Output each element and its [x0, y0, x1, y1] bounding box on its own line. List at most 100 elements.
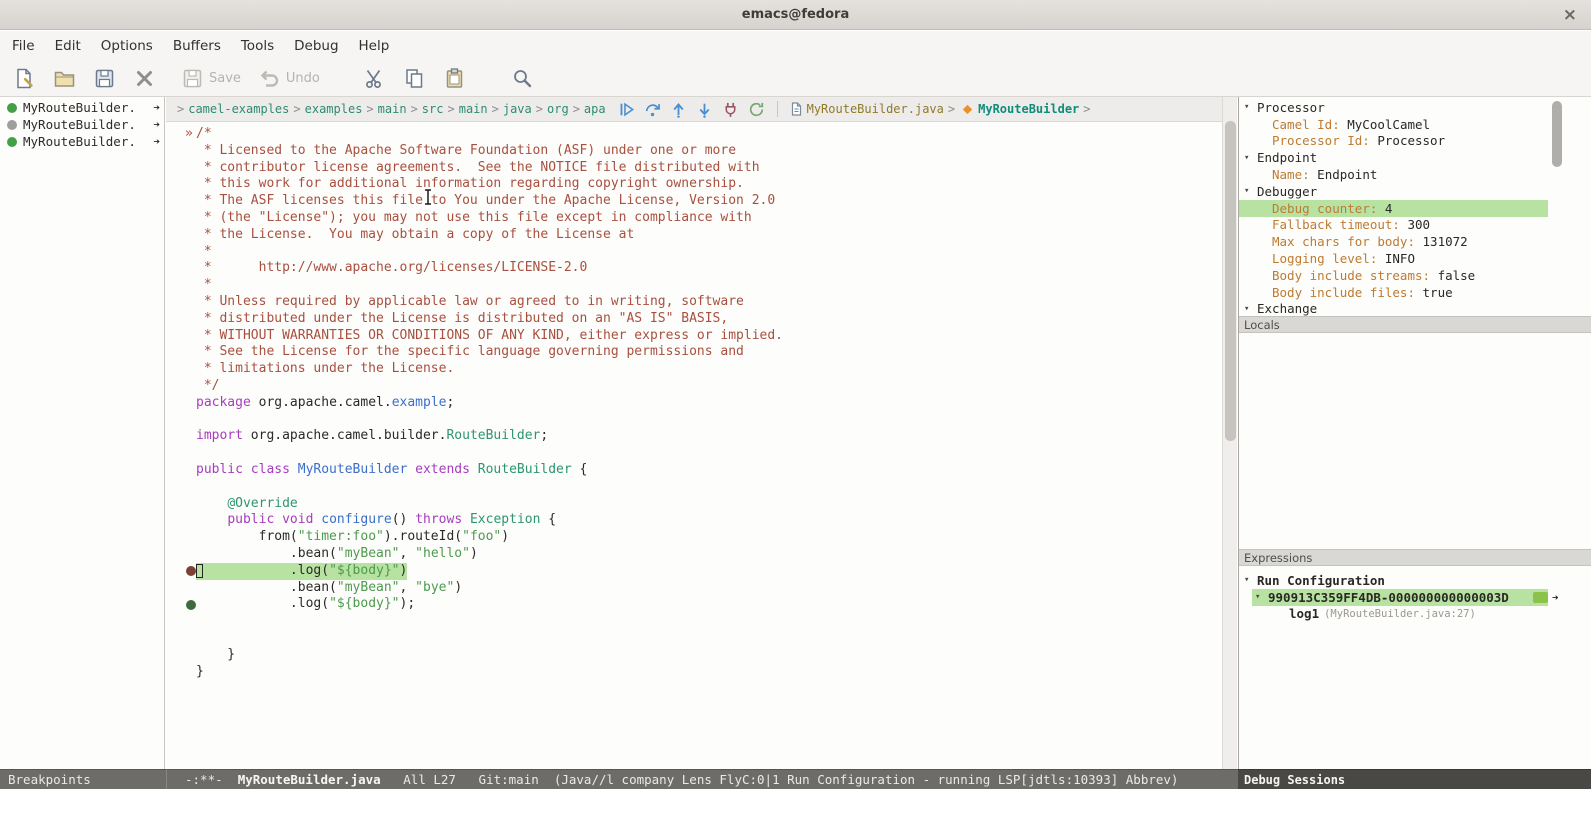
code-line[interactable]: import org.apache.camel.builder.RouteBui…: [196, 428, 1222, 445]
code-line[interactable]: * The ASF licenses this file to You unde…: [196, 193, 1222, 210]
tree-node-processor[interactable]: ▾Processor: [1239, 99, 1548, 116]
step-over-button[interactable]: [644, 101, 661, 118]
tree-node-endpoint[interactable]: ▾Endpoint: [1239, 149, 1548, 166]
editor-scrollbar[interactable]: [1222, 97, 1237, 769]
breakpoint-icon[interactable]: [186, 566, 196, 576]
menu-help[interactable]: Help: [349, 33, 400, 59]
menu-edit[interactable]: Edit: [45, 33, 91, 59]
cut-button[interactable]: [360, 64, 389, 93]
continue-button[interactable]: [618, 101, 635, 118]
breadcrumb-file-name[interactable]: MyRouteBuilder.java: [807, 102, 944, 116]
code-token: "${body}": [329, 563, 399, 578]
breadcrumb-item-org[interactable]: org: [547, 102, 569, 116]
close-icon[interactable]: ×: [1563, 5, 1577, 25]
code-line[interactable]: @Override: [196, 496, 1222, 513]
open-file-button[interactable]: [50, 64, 79, 93]
tree-property-row[interactable]: Fallback timeout: 300: [1239, 217, 1548, 234]
panel-scrollbar-thumb[interactable]: [1552, 101, 1562, 167]
step-out-button[interactable]: [670, 101, 687, 118]
code-line[interactable]: */: [196, 378, 1222, 395]
code-line[interactable]: .log("${body}");: [196, 596, 1222, 613]
code-line[interactable]: [196, 479, 1222, 496]
disconnect-button[interactable]: [722, 101, 739, 118]
breadcrumb-item-java[interactable]: java: [503, 102, 532, 116]
code-line[interactable]: public class MyRouteBuilder extends Rout…: [196, 462, 1222, 479]
tree-property-row[interactable]: Camel Id: MyCoolCamel: [1239, 116, 1548, 133]
code-line[interactable]: »/*: [196, 126, 1222, 143]
code-line[interactable]: }: [196, 647, 1222, 664]
code-token: }: [196, 647, 235, 662]
paste-button[interactable]: [440, 64, 469, 93]
menu-buffers[interactable]: Buffers: [163, 33, 231, 59]
tree-node-debugger[interactable]: ▾Debugger: [1239, 183, 1548, 200]
step-in-button[interactable]: [696, 101, 713, 118]
code-line[interactable]: .bean("myBean", "hello"): [196, 546, 1222, 563]
menu-debug[interactable]: Debug: [284, 33, 348, 59]
code-line[interactable]: * http://www.apache.org/licenses/LICENSE…: [196, 260, 1222, 277]
breakpoint-list-item[interactable]: MyRouteBuilder.➔: [0, 116, 164, 133]
echo-area[interactable]: [0, 789, 1591, 814]
code-line[interactable]: public void configure() throws Exception…: [196, 512, 1222, 529]
tree-property-row[interactable]: Max chars for body: 131072: [1239, 233, 1548, 250]
code-area[interactable]: »/* * Licensed to the Apache Software Fo…: [166, 122, 1222, 680]
code-line[interactable]: * Licensed to the Apache Software Founda…: [196, 143, 1222, 160]
code-line[interactable]: * (the "License"); you may not use this …: [196, 210, 1222, 227]
chevron-down-icon[interactable]: ▾: [1244, 102, 1257, 112]
code-line[interactable]: * distributed under the License is distr…: [196, 311, 1222, 328]
code-line[interactable]: * contributor license agreements. See th…: [196, 160, 1222, 177]
menu-file[interactable]: File: [2, 33, 45, 59]
tree-property-row[interactable]: Body include files: true: [1239, 284, 1548, 301]
chevron-down-icon[interactable]: ▾: [1255, 592, 1268, 602]
tree-property-row[interactable]: Logging level: INFO: [1239, 250, 1548, 267]
breakpoint-list-item[interactable]: MyRouteBuilder.➔: [0, 133, 164, 150]
debug-session-row[interactable]: ▾990913C359FF4DB-000000000000003D➔: [1252, 589, 1548, 606]
run-configuration-row[interactable]: ▾Run Configuration: [1239, 572, 1548, 589]
new-file-button[interactable]: [10, 64, 39, 93]
code-line[interactable]: [196, 445, 1222, 462]
tree-property-row[interactable]: Name: Endpoint: [1239, 166, 1548, 183]
breadcrumb-item-examples[interactable]: examples: [305, 102, 363, 116]
breadcrumb-item-main[interactable]: main: [378, 102, 407, 116]
code-line[interactable]: * Unless required by applicable law or a…: [196, 294, 1222, 311]
breadcrumb-item-apa[interactable]: apa: [584, 102, 606, 116]
code-line[interactable]: package org.apache.camel.example;: [196, 395, 1222, 412]
breakpoint-icon[interactable]: [186, 600, 196, 610]
tree-property-row[interactable]: Body include streams: false: [1239, 267, 1548, 284]
search-button[interactable]: [508, 64, 537, 93]
code-line[interactable]: .log("${body}"): [196, 563, 1222, 580]
code-line[interactable]: [196, 613, 1222, 630]
breadcrumb-item-camel-examples[interactable]: camel-examples: [188, 102, 289, 116]
code-line[interactable]: .bean("myBean", "bye"): [196, 580, 1222, 597]
code-line[interactable]: * this work for additional information r…: [196, 176, 1222, 193]
tree-node-exchange[interactable]: ▾Exchange: [1239, 301, 1548, 318]
editor-scrollbar-thumb[interactable]: [1225, 121, 1236, 441]
code-line[interactable]: *: [196, 277, 1222, 294]
code-line[interactable]: [196, 630, 1222, 647]
code-line[interactable]: from("timer:foo").routeId("foo"): [196, 529, 1222, 546]
code-line[interactable]: *: [196, 244, 1222, 261]
close-buffer-button[interactable]: [130, 64, 159, 93]
menu-options[interactable]: Options: [91, 33, 163, 59]
code-line[interactable]: }: [196, 664, 1222, 681]
tree-property-row[interactable]: Debug counter: 4: [1239, 200, 1548, 217]
save-buffer-button[interactable]: [90, 64, 119, 93]
expression-row[interactable]: log1(MyRouteBuilder.java:27): [1239, 606, 1548, 623]
code-line[interactable]: [196, 412, 1222, 429]
tree-property-row[interactable]: Processor Id: Processor: [1239, 133, 1548, 150]
breakpoint-list-item[interactable]: MyRouteBuilder.➔: [0, 99, 164, 116]
property-value: 300: [1400, 217, 1430, 232]
code-line[interactable]: * WITHOUT WARRANTIES OR CONDITIONS OF AN…: [196, 328, 1222, 345]
code-line[interactable]: * limitations under the License.: [196, 361, 1222, 378]
breadcrumb-item-main[interactable]: main: [459, 102, 488, 116]
copy-button[interactable]: [400, 64, 429, 93]
chevron-down-icon[interactable]: ▾: [1244, 153, 1257, 163]
breadcrumb-item-src[interactable]: src: [422, 102, 444, 116]
code-line[interactable]: * See the License for the specific langu…: [196, 344, 1222, 361]
chevron-down-icon[interactable]: ▾: [1244, 186, 1257, 196]
restart-button[interactable]: [748, 101, 765, 118]
menu-tools[interactable]: Tools: [231, 33, 284, 59]
chevron-down-icon[interactable]: ▾: [1244, 575, 1257, 585]
breadcrumb-symbol-name[interactable]: MyRouteBuilder: [978, 102, 1079, 116]
code-line[interactable]: * the License. You may obtain a copy of …: [196, 227, 1222, 244]
chevron-down-icon[interactable]: ▾: [1244, 304, 1257, 314]
